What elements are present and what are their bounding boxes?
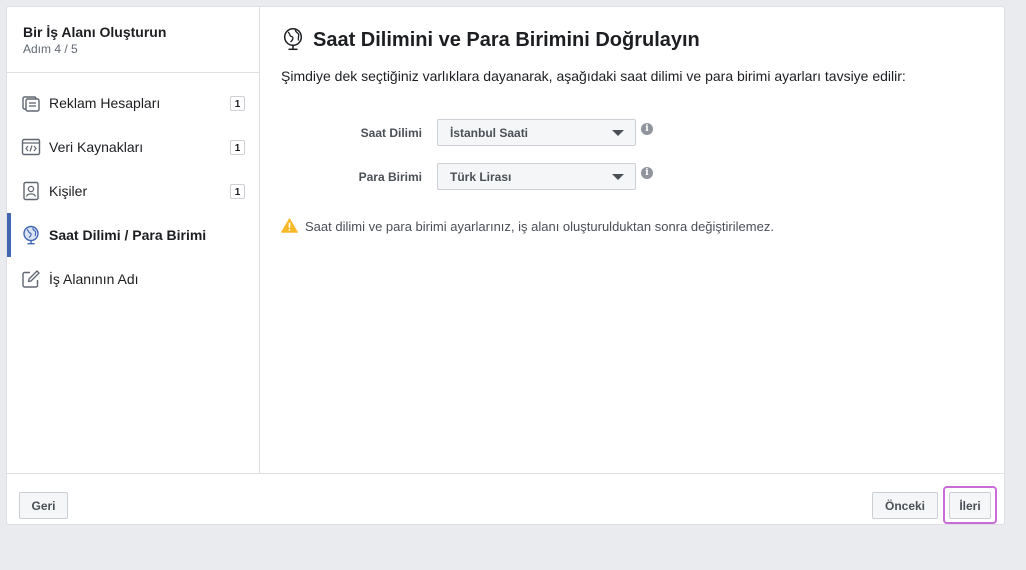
ad-accounts-icon xyxy=(22,96,40,112)
count-badge: 1 xyxy=(230,96,245,111)
sidebar-item-people[interactable]: Kişiler 1 xyxy=(7,169,259,213)
warning-text: Saat dilimi ve para birimi ayarlarınız, … xyxy=(305,219,774,234)
warning-icon xyxy=(281,218,298,233)
sidebar-title: Bir İş Alanı Oluşturun xyxy=(23,24,167,40)
sidebar-header: Bir İş Alanı Oluşturun Adım 4 / 5 xyxy=(7,7,259,73)
sidebar-item-label: Reklam Hesapları xyxy=(49,95,161,111)
caret-down-icon xyxy=(612,130,624,136)
count-badge: 1 xyxy=(230,140,245,155)
create-business-dialog: Bir İş Alanı Oluşturun Adım 4 / 5 Reklam… xyxy=(6,6,1005,525)
edit-icon xyxy=(22,270,40,288)
sidebar-item-business-name[interactable]: İş Alanının Adı xyxy=(7,257,259,301)
previous-button[interactable]: Önceki xyxy=(872,492,938,519)
next-button-highlight: İleri xyxy=(943,486,997,524)
dialog-footer: Geri Önceki İleri xyxy=(7,473,1004,524)
back-button[interactable]: Geri xyxy=(19,492,68,519)
globe-icon xyxy=(23,225,39,245)
timezone-select[interactable]: İstanbul Saati xyxy=(437,119,636,146)
currency-select[interactable]: Türk Lirası xyxy=(437,163,636,190)
info-icon[interactable]: i xyxy=(641,123,653,135)
info-icon[interactable]: i xyxy=(641,167,653,179)
sidebar-item-label: Kişiler xyxy=(49,183,88,199)
sidebar-item-label: Saat Dilimi / Para Birimi xyxy=(49,227,207,243)
globe-icon xyxy=(283,27,303,51)
sidebar-item-label: İş Alanının Adı xyxy=(49,271,139,287)
sidebar-item-ad-accounts[interactable]: Reklam Hesapları 1 xyxy=(7,81,259,125)
caret-down-icon xyxy=(612,174,624,180)
sidebar-item-timezone-currency[interactable]: Saat Dilimi / Para Birimi xyxy=(7,213,259,257)
page-description: Şimdiye dek seçtiğiniz varlıklara dayana… xyxy=(281,68,906,84)
timezone-label: Saat Dilimi xyxy=(360,126,422,140)
sidebar-item-data-sources[interactable]: Veri Kaynakları 1 xyxy=(7,125,259,169)
person-badge-icon xyxy=(23,181,39,201)
count-badge: 1 xyxy=(230,184,245,199)
step-indicator: Adım 4 / 5 xyxy=(23,42,78,56)
currency-row: Para Birimi Türk Lirası i xyxy=(260,163,1004,191)
timezone-row: Saat Dilimi İstanbul Saati i xyxy=(260,119,1004,147)
sidebar: Bir İş Alanı Oluşturun Adım 4 / 5 Reklam… xyxy=(7,7,260,473)
timezone-value: İstanbul Saati xyxy=(450,126,529,140)
page-title: Saat Dilimini ve Para Birimini Doğrulayı… xyxy=(313,29,700,51)
sidebar-item-label: Veri Kaynakları xyxy=(49,139,144,155)
code-window-icon xyxy=(21,138,41,156)
main-content: Saat Dilimini ve Para Birimini Doğrulayı… xyxy=(260,7,1004,473)
currency-label: Para Birimi xyxy=(358,170,422,184)
currency-value: Türk Lirası xyxy=(450,170,512,184)
next-button[interactable]: İleri xyxy=(949,492,991,519)
